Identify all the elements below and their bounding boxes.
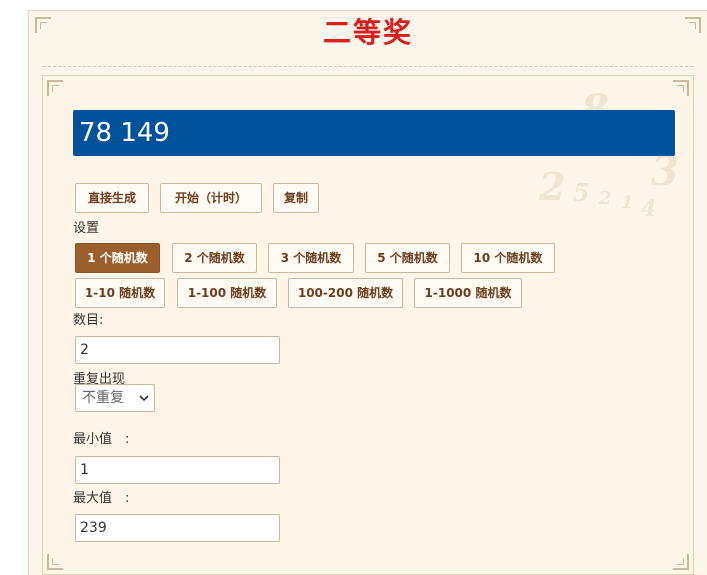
repeat-select[interactable]: 不重复 (75, 384, 155, 412)
copy-button[interactable]: 复制 (273, 183, 319, 213)
preset-2-random-button[interactable]: 2 个随机数 (172, 243, 257, 273)
preset-range-100-200-button[interactable]: 100-200 随机数 (288, 278, 403, 308)
settings-label: 设置 (73, 221, 100, 236)
repeat-select-value: 不重复 (82, 390, 124, 406)
generate-button[interactable]: 直接生成 (75, 183, 149, 213)
panel-corner-ornament (673, 554, 689, 570)
panel-corner-ornament (673, 80, 689, 96)
chevron-down-icon (139, 385, 149, 411)
preset-range-1-10-button[interactable]: 1-10 随机数 (75, 278, 165, 308)
page: 二等奖 8 0 3 2 5 2 1 4 78 149 直接生成 开始（计时） 复… (0, 0, 707, 575)
count-input[interactable] (75, 336, 280, 364)
max-label: 最大值 : (73, 491, 130, 506)
panel-corner-ornament (47, 80, 63, 96)
min-input[interactable] (75, 456, 280, 484)
max-input[interactable] (75, 514, 280, 542)
start-timer-button[interactable]: 开始（计时） (160, 183, 262, 213)
panel-corner-ornament (47, 554, 63, 570)
prize-title: 二等奖 (322, 16, 413, 49)
preset-range-1-1000-button[interactable]: 1-1000 随机数 (414, 278, 522, 308)
divider (43, 66, 693, 67)
prize-frame: 二等奖 8 0 3 2 5 2 1 4 78 149 直接生成 开始（计时） 复… (28, 10, 707, 575)
preset-5-random-button[interactable]: 5 个随机数 (365, 243, 450, 273)
preset-10-random-button[interactable]: 10 个随机数 (461, 243, 555, 273)
result-display: 78 149 (73, 110, 675, 156)
count-label: 数目: (73, 313, 104, 328)
preset-1-random-button[interactable]: 1 个随机数 (75, 243, 160, 273)
generator-panel: 8 0 3 2 5 2 1 4 78 149 直接生成 开始（计时） 复制 设置… (42, 75, 694, 575)
min-label: 最小值 : (73, 432, 130, 447)
preset-3-random-button[interactable]: 3 个随机数 (268, 243, 354, 273)
preset-range-1-100-button[interactable]: 1-100 随机数 (177, 278, 277, 308)
